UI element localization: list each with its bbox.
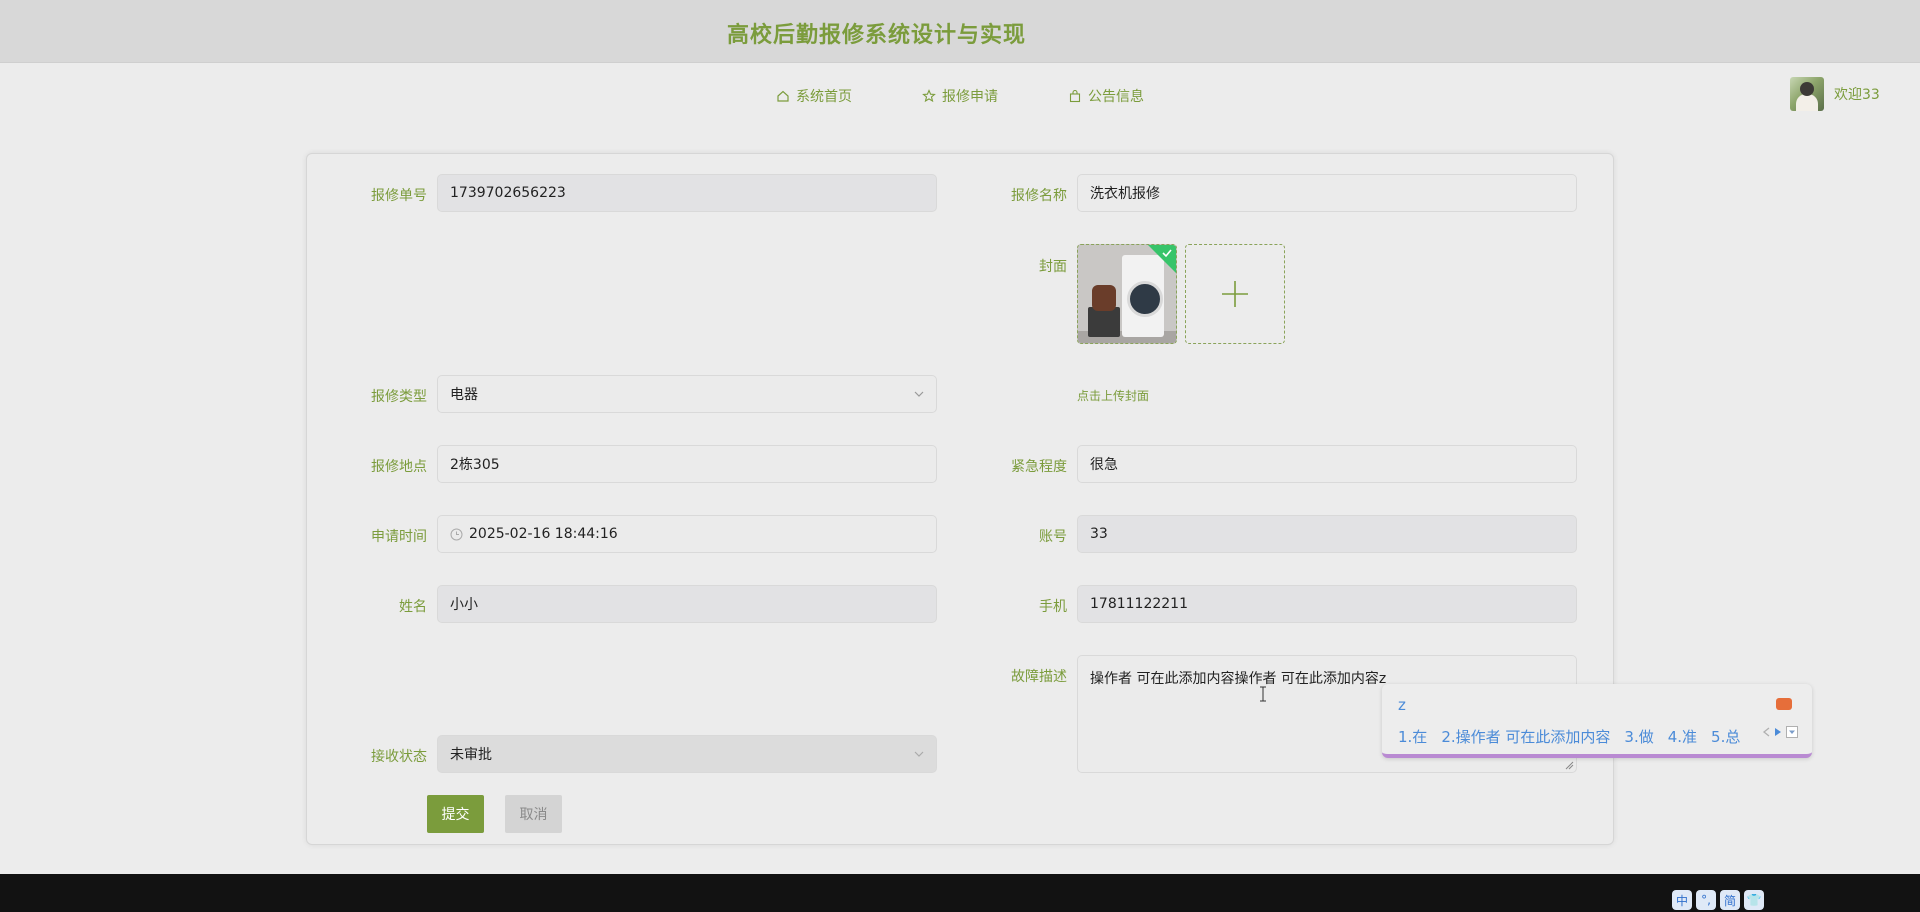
upload-hint: 点击上传封面 [1077,389,1150,403]
receive-status-select[interactable]: 未审批 [437,735,937,773]
urgency-input[interactable]: 很急 [1077,445,1577,483]
nav-label-notice: 公告信息 [1088,89,1144,105]
label-fault: 故障描述 [1011,669,1067,685]
cover-image[interactable] [1077,244,1177,344]
nav-label-repair-apply: 报修申请 [942,89,998,105]
main-nav: 系统首页 报修申请 公告信息 [0,86,1920,112]
fault-description-value: 操作者 可在此添加内容操作者 可在此添加内容z [1090,671,1387,687]
resize-handle-icon[interactable] [1565,761,1574,770]
location-value: 2栋305 [450,457,500,473]
site-title: 高校后勤报修系统设计与实现 [727,23,1027,48]
name-value: 小小 [450,597,478,613]
phone-field[interactable]: 17811122211 [1077,585,1577,623]
label-phone: 手机 [1039,599,1067,615]
label-location: 报修地点 [371,459,427,475]
repair-type-value: 电器 [450,387,478,403]
ime-logo-icon [1776,698,1792,710]
apply-time-picker[interactable]: 2025-02-16 18:44:16 [437,515,937,553]
text-cursor-icon [1260,686,1266,702]
ime-skin-icon[interactable]: 👕 [1744,890,1764,910]
name-field[interactable]: 小小 [437,585,937,623]
label-name: 姓名 [399,599,427,615]
ime-candidate[interactable]: 5.总 [1711,726,1740,747]
top-header: 高校后勤报修系统设计与实现 [0,0,1920,63]
account-field[interactable]: 33 [1077,515,1577,553]
label-repair-name: 报修名称 [1011,188,1067,204]
nav-item-repair-apply[interactable]: 报修申请 [922,86,998,106]
chevron-down-icon [914,391,924,397]
star-icon [922,89,936,103]
label-apply-time: 申请时间 [371,529,427,545]
ime-page-controls [1762,726,1798,738]
welcome-text: 欢迎33 [1834,87,1880,103]
label-order-no: 报修单号 [371,188,427,204]
cancel-button[interactable]: 取消 [505,795,562,833]
label-cover: 封面 [1039,259,1067,275]
ime-candidate-list: 1.在 2.操作者 可在此添加内容 3.做 4.准 5.总 [1398,726,1740,747]
ime-candidate[interactable]: 1.在 [1398,726,1427,747]
check-icon [1162,249,1172,258]
order-no-value: 1739702656223 [450,185,566,201]
nav-item-home[interactable]: 系统首页 [776,86,852,106]
ime-candidate[interactable]: 3.做 [1624,726,1653,747]
phone-value: 17811122211 [1090,596,1188,612]
account-value: 33 [1090,526,1108,542]
ime-tray: 中 °, 简 👕 [1672,890,1764,910]
submit-button[interactable]: 提交 [427,795,484,833]
next-page-icon[interactable] [1774,727,1782,737]
ime-candidate[interactable]: 4.准 [1668,726,1697,747]
nav-label-home: 系统首页 [796,89,852,105]
ime-punct-icon[interactable]: °, [1696,890,1716,910]
prev-page-icon[interactable] [1762,727,1770,737]
label-receive-status: 接收状态 [371,749,427,765]
repair-name-input[interactable]: 洗衣机报修 [1077,174,1577,212]
avatar[interactable] [1790,77,1824,111]
home-icon [777,90,789,102]
footer-bar [0,874,1920,912]
ime-composition: z [1398,696,1406,714]
apply-time-value: 2025-02-16 18:44:16 [469,526,618,542]
ime-candidate-window: z 1.在 2.操作者 可在此添加内容 3.做 4.准 5.总 [1382,684,1812,758]
order-no-field[interactable]: 1739702656223 [437,174,937,212]
label-urgency: 紧急程度 [1011,459,1067,475]
upload-button[interactable] [1185,244,1285,344]
clock-icon [450,528,463,540]
ime-mode-icon[interactable]: 中 [1672,890,1692,910]
expand-icon[interactable] [1786,726,1798,738]
ime-simplified-icon[interactable]: 简 [1720,890,1740,910]
label-account: 账号 [1039,529,1067,545]
receive-status-value: 未审批 [450,747,492,763]
label-repair-type: 报修类型 [371,389,427,405]
plus-icon [1222,281,1248,307]
urgency-value: 很急 [1090,457,1118,473]
nav-item-notice[interactable]: 公告信息 [1068,86,1144,106]
repair-type-select[interactable]: 电器 [437,375,937,413]
location-input[interactable]: 2栋305 [437,445,937,483]
bag-icon [1069,89,1081,103]
user-menu[interactable]: 欢迎33 [1790,77,1880,111]
chevron-down-icon [914,751,924,757]
repair-name-value: 洗衣机报修 [1090,186,1160,202]
ime-candidate[interactable]: 2.操作者 可在此添加内容 [1441,726,1610,747]
